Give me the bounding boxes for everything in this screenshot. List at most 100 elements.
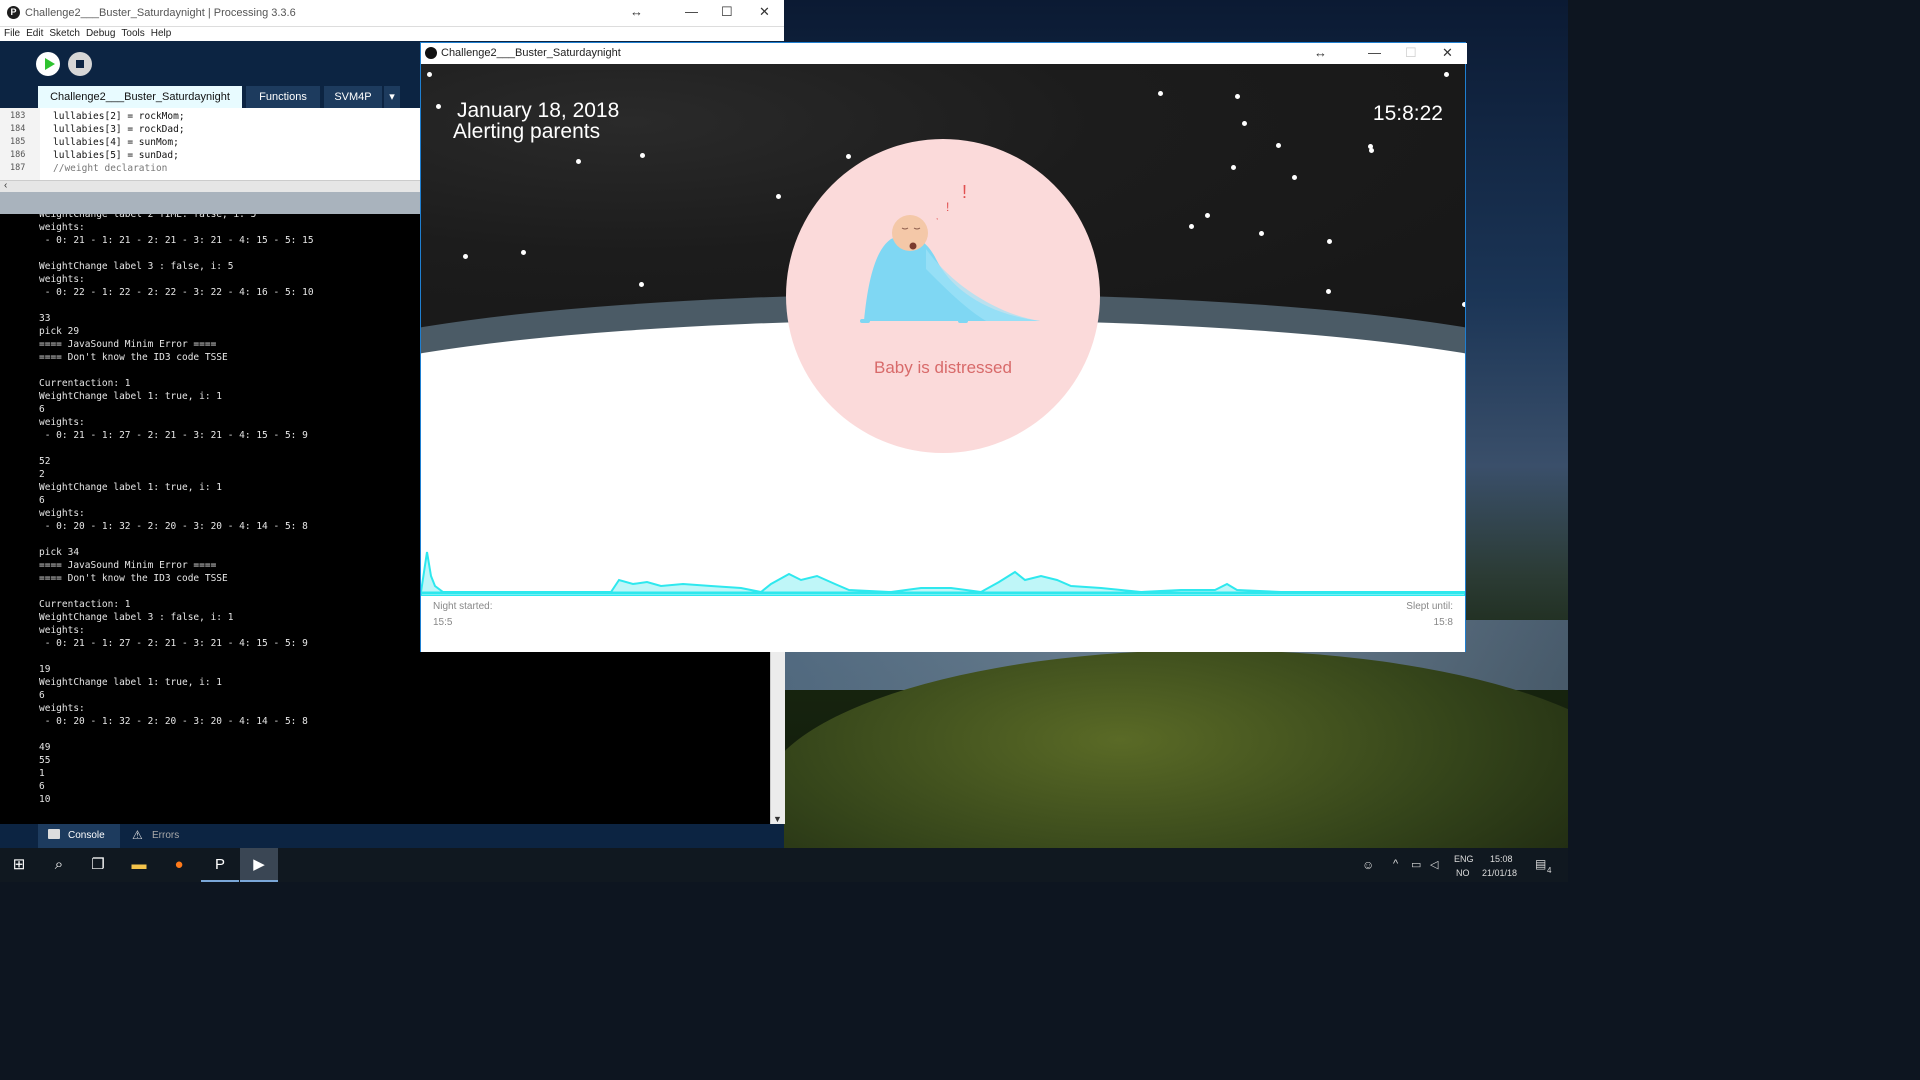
close-button[interactable]: ✕ xyxy=(759,4,770,20)
console-line: 10 xyxy=(39,794,51,805)
svg-text:!: ! xyxy=(946,200,949,214)
star xyxy=(589,327,594,332)
console-tab[interactable]: Console xyxy=(38,824,120,848)
maximize-button[interactable]: ☐ xyxy=(1405,45,1417,61)
crying-baby-icon: ! ! , xyxy=(860,182,1040,323)
star xyxy=(1242,121,1247,126)
sketch-window: Challenge2___Buster_Saturdaynight ↔ — ☐ … xyxy=(420,42,1467,652)
clock-label: 15:8:22 xyxy=(1372,102,1443,125)
tab-main-sketch[interactable]: Challenge2___Buster_Saturdaynight xyxy=(38,86,242,108)
baby-status-circle: ! ! , xyxy=(786,139,1100,453)
console-line: pick 34 xyxy=(39,547,80,558)
star xyxy=(1205,213,1210,218)
clock-time[interactable]: 15:08 xyxy=(1490,854,1513,864)
task-view-icon[interactable]: ❐ xyxy=(79,848,117,882)
tab-functions[interactable]: Functions xyxy=(246,86,320,108)
firefox-icon[interactable]: ● xyxy=(160,848,198,882)
line-number: 185 xyxy=(10,137,26,147)
errors-tab[interactable]: ⚠ Errors xyxy=(124,824,194,848)
minimize-button[interactable]: — xyxy=(685,4,698,19)
console-line: ==== Don't know the ID3 code TSSE xyxy=(39,352,228,363)
star xyxy=(1158,91,1163,96)
volume-icon[interactable]: ◁ xyxy=(1430,858,1438,871)
menu-debug[interactable]: Debug xyxy=(86,26,115,41)
console-line: 19 xyxy=(39,664,51,675)
console-line: Currentaction: 1 xyxy=(39,599,131,610)
file-explorer-icon[interactable]: ▬ xyxy=(120,848,158,882)
console-line: ==== Don't know the ID3 code TSSE xyxy=(39,573,228,584)
star xyxy=(639,282,644,287)
console-footer: Console ⚠ Errors xyxy=(0,824,784,848)
code-comment-line: //weight declaration xyxy=(53,163,168,174)
run-button[interactable] xyxy=(36,52,60,76)
people-icon[interactable]: ☺ xyxy=(1362,858,1374,872)
star xyxy=(436,104,441,109)
code-line: lullabies[5] = sunDad; xyxy=(53,150,179,161)
scroll-down-icon[interactable]: ▼ xyxy=(773,814,782,824)
menu-tools[interactable]: Tools xyxy=(121,26,144,41)
slept-until-value: 15:8 xyxy=(1433,617,1453,628)
processing-icon[interactable]: P xyxy=(201,848,239,882)
windows-start-icon[interactable]: ⊞ xyxy=(0,848,38,882)
editor-console-divider[interactable] xyxy=(0,192,420,214)
star xyxy=(521,250,526,255)
stop-icon xyxy=(76,60,84,68)
star xyxy=(1231,165,1236,170)
input-language[interactable]: ENG xyxy=(1454,854,1474,864)
tray-overflow-icon[interactable]: ^ xyxy=(1393,858,1398,870)
sketch-run-taskbar-icon[interactable]: ▶ xyxy=(240,848,278,882)
minimize-button[interactable]: — xyxy=(1368,45,1381,60)
tab-svm4p[interactable]: SVM4P xyxy=(324,86,382,108)
console-line: - 0: 20 - 1: 32 - 2: 20 - 3: 20 - 4: 14 … xyxy=(39,716,308,727)
console-vertical-scrollbar[interactable]: ▼ xyxy=(770,652,785,824)
console-line: 1 xyxy=(39,768,45,779)
line-number: 186 xyxy=(10,150,26,160)
console-line: 52 xyxy=(39,456,51,467)
star xyxy=(576,159,581,164)
resize-icon: ↔ xyxy=(1314,45,1327,60)
close-button[interactable]: ✕ xyxy=(1442,45,1453,61)
star xyxy=(1276,143,1281,148)
menu-edit[interactable]: Edit xyxy=(26,26,43,41)
console-line: pick 29 xyxy=(39,326,80,337)
console-line: WeightChange label 2 TIME: false, i: 5 xyxy=(39,214,257,220)
star xyxy=(1327,239,1332,244)
console-line: weights: xyxy=(39,417,85,428)
console-line: - 0: 22 - 1: 22 - 2: 22 - 3: 22 - 4: 16 … xyxy=(39,287,314,298)
sketch-run-icon xyxy=(425,47,437,59)
menu-file[interactable]: File xyxy=(4,26,20,41)
star xyxy=(461,339,466,344)
sound-waveform xyxy=(421,551,1465,596)
code-line: lullabies[3] = rockDad; xyxy=(53,124,185,135)
scroll-left-icon[interactable]: ‹ xyxy=(4,180,7,191)
console-line: 49 xyxy=(39,742,51,753)
clock-date[interactable]: 21/01/18 xyxy=(1482,868,1517,878)
search-icon[interactable]: ⌕ xyxy=(40,848,78,882)
menu-sketch[interactable]: Sketch xyxy=(49,26,80,41)
line-number: 187 xyxy=(10,163,26,173)
code-editor[interactable]: 183 lullabies[2] = rockMom; 184 lullabie… xyxy=(0,108,420,180)
sketch-canvas[interactable]: January 18, 2018 Alerting parents 15:8:2… xyxy=(421,64,1465,652)
maximize-button[interactable]: ☐ xyxy=(721,4,733,20)
console-line: 6 xyxy=(39,495,45,506)
console-line: - 0: 21 - 1: 21 - 2: 21 - 3: 21 - 4: 15 … xyxy=(39,235,314,246)
ide-window-title: Challenge2___Buster_Saturdaynight | Proc… xyxy=(25,7,296,19)
console-line: 55 xyxy=(39,755,51,766)
console-line: 33 xyxy=(39,313,51,324)
ide-menubar: File Edit Sketch Debug Tools Help xyxy=(0,26,784,41)
stop-button[interactable] xyxy=(68,52,92,76)
console-line: - 0: 20 - 1: 32 - 2: 20 - 3: 20 - 4: 14 … xyxy=(39,521,308,532)
console-line: 2 xyxy=(39,469,45,480)
night-started-label: Night started: xyxy=(433,601,493,612)
menu-help[interactable]: Help xyxy=(151,26,172,41)
star xyxy=(1326,289,1331,294)
keyboard-layout[interactable]: NO xyxy=(1456,868,1470,878)
tabs-more-dropdown-icon[interactable]: ▾ xyxy=(384,86,400,108)
slept-until-label: Slept until: xyxy=(1406,601,1453,612)
star xyxy=(427,72,432,77)
ide-titlebar[interactable]: P Challenge2___Buster_Saturdaynight | Pr… xyxy=(0,0,784,27)
notification-center-icon[interactable]: ▤ xyxy=(1535,857,1546,871)
sketch-titlebar[interactable]: Challenge2___Buster_Saturdaynight ↔ — ☐ … xyxy=(421,43,1467,64)
console-line: ==== JavaSound Minim Error ==== xyxy=(39,560,217,571)
network-icon[interactable]: ▭ xyxy=(1411,858,1421,871)
